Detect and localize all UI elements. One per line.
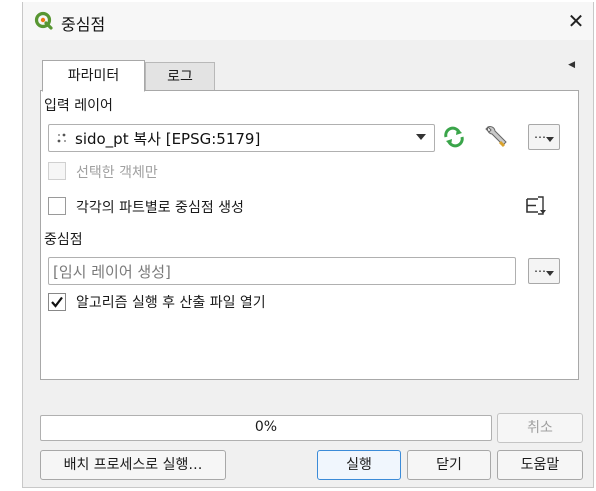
tab-scroll-left-icon[interactable]: ◀ [568, 60, 575, 70]
iterate-icon[interactable] [442, 126, 466, 148]
input-layer-label: 입력 레이어 [44, 98, 113, 114]
help-button[interactable]: 도움말 [497, 450, 583, 480]
close-icon[interactable]: ✕ [561, 6, 591, 36]
checkmark-icon [51, 296, 63, 308]
point-layer-icon [57, 133, 66, 143]
qgis-logo-icon [34, 11, 53, 30]
open-after-label: 알고리즘 실행 후 산출 파일 열기 [76, 295, 266, 311]
parameters-panel: 입력 레이어 sido_pt 복사 [EPSG:5179] … 선택한 객체만 … [40, 90, 579, 380]
output-placeholder: [임시 레이어 생성] [53, 263, 171, 281]
chevron-down-icon [416, 134, 426, 140]
data-defined-override-icon[interactable] [523, 195, 547, 217]
tab-log[interactable]: 로그 [145, 62, 215, 91]
run-button[interactable]: 실행 [317, 450, 401, 480]
chevron-down-icon [546, 137, 554, 142]
progress-text: 0% [254, 419, 278, 435]
output-options-button[interactable]: … [528, 258, 560, 284]
output-label: 중심점 [44, 232, 83, 248]
ellipsis-icon: … [534, 261, 546, 275]
input-layer-value: sido_pt 복사 [EPSG:5179] [75, 130, 261, 148]
layer-options-button[interactable]: … [528, 124, 560, 150]
selected-only-label: 선택한 객체만 [76, 165, 158, 181]
window-title: 중심점 [61, 15, 106, 34]
centroids-dialog: 중심점 ✕ 파라미터 로그 ◀ 입력 레이어 sido_pt 복사 [EPSG:… [22, 2, 594, 488]
ellipsis-icon: … [534, 127, 546, 141]
progress-bar: 0% [40, 415, 492, 441]
per-part-label: 각각의 파트별로 중심점 생성 [76, 200, 244, 216]
tab-parameters[interactable]: 파라미터 [42, 60, 145, 92]
input-layer-combo[interactable]: sido_pt 복사 [EPSG:5179] [48, 124, 435, 152]
close-button[interactable]: 닫기 [407, 450, 491, 480]
selected-only-checkbox[interactable] [48, 162, 66, 180]
cancel-button[interactable]: 취소 [497, 413, 583, 443]
output-field[interactable]: [임시 레이어 생성] [48, 257, 516, 285]
open-after-checkbox[interactable] [48, 293, 66, 311]
per-part-checkbox[interactable] [48, 197, 66, 215]
wrench-icon[interactable] [483, 123, 509, 149]
batch-process-button[interactable]: 배치 프로세스로 실행… [40, 450, 226, 480]
chevron-down-icon [546, 271, 554, 276]
title-bar: 중심점 ✕ [23, 2, 593, 40]
